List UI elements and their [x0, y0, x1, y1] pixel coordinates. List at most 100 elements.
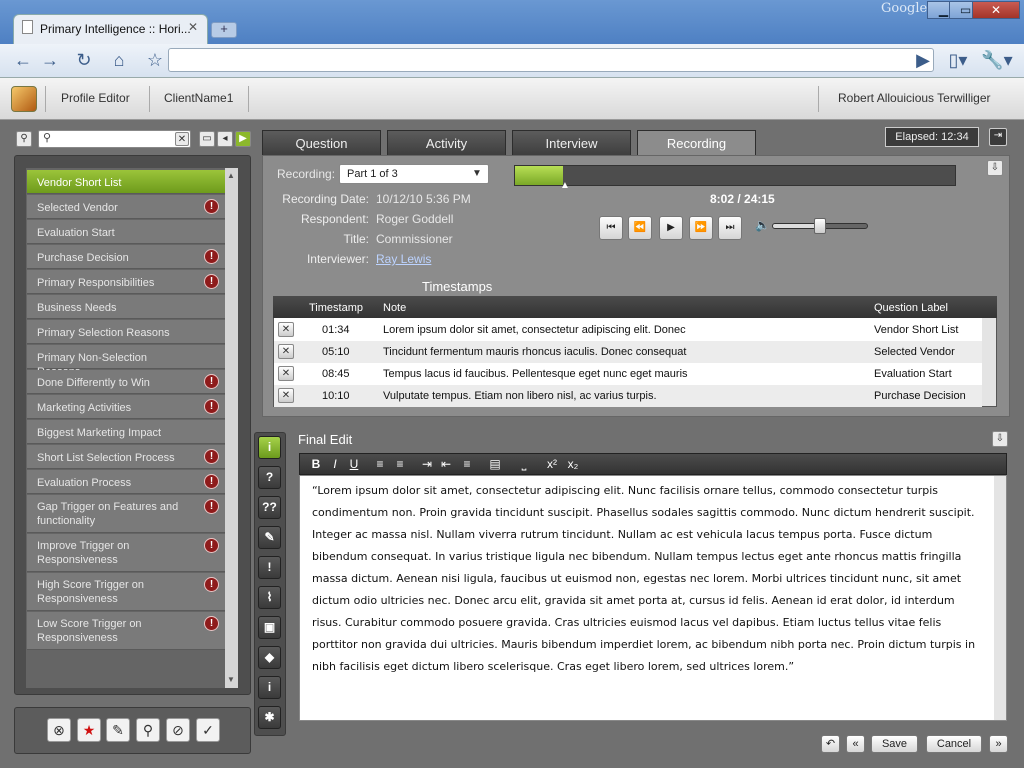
pen-icon[interactable]: ✎ [106, 718, 130, 742]
star-icon[interactable]: ★ [77, 718, 101, 742]
tab-question[interactable]: Question [262, 130, 381, 156]
italic-button[interactable]: I [326, 455, 344, 473]
client-name-link[interactable]: ClientName1 [164, 91, 233, 105]
next-icon[interactable]: » [989, 735, 1008, 753]
numbered-list-icon[interactable]: ≡ [371, 455, 389, 473]
bold-button[interactable]: B [307, 455, 325, 473]
delete-row-icon[interactable]: ✕ [278, 322, 294, 337]
timestamps-scrollbar[interactable] [982, 318, 996, 406]
scroll-down-icon[interactable]: ▼ [227, 675, 235, 684]
sidebar-item[interactable]: Low Score Trigger on Responsiveness! [27, 612, 225, 650]
box-icon[interactable]: ▣ [258, 616, 281, 639]
clear-search-icon[interactable]: ✕ [175, 132, 189, 146]
sidebar-item[interactable]: Vendor Short List [27, 170, 225, 194]
table-row[interactable]: ✕ 08:45 Tempus lacus id faucibus. Pellente… [274, 363, 982, 385]
sidebar-item[interactable]: Business Needs [27, 295, 225, 319]
download-icon[interactable]: ⇩ [992, 431, 1008, 447]
info-icon[interactable]: i [258, 436, 281, 459]
sidebar-item[interactable]: Selected Vendor! [27, 195, 225, 219]
close-window-button[interactable]: ✕ [972, 1, 1020, 19]
spacer-icon[interactable]: ⎵ [515, 455, 533, 473]
download-icon[interactable]: ⇩ [987, 160, 1003, 176]
rewind-icon[interactable]: ⏪ [628, 216, 652, 240]
user-name[interactable]: Robert Allouicious Terwilliger [838, 91, 991, 105]
help-icon[interactable]: ? [258, 466, 281, 489]
new-tab-button[interactable]: + [211, 22, 237, 38]
alert-icon[interactable]: ! [258, 556, 281, 579]
interviewer-link[interactable]: Ray Lewis [376, 252, 431, 266]
sidebar-item[interactable]: Short List Selection Process! [27, 445, 225, 469]
col-timestamp[interactable]: Timestamp [309, 302, 363, 314]
superscript-icon[interactable]: x² [543, 455, 561, 473]
scroll-up-icon[interactable]: ▲ [227, 171, 235, 180]
bandage-icon[interactable]: ⌇ [258, 586, 281, 609]
sidebar-item[interactable]: Evaluation Process! [27, 470, 225, 494]
final-edit-text[interactable]: “Lorem ipsum dolor sit amet, consectetur… [312, 480, 984, 678]
outdent-icon[interactable]: ⇤ [437, 455, 455, 473]
tab-interview[interactable]: Interview [512, 130, 631, 156]
table-row[interactable]: ✕ 10:10 Vulputate tempus. Etiam non libero… [274, 385, 982, 407]
table-row[interactable]: ✕ 05:10 Tincidunt fermentum mauris rhoncus… [274, 341, 982, 363]
play-icon[interactable]: ▶ [235, 131, 251, 147]
bullet-list-icon[interactable]: ≡ [391, 455, 409, 473]
col-note[interactable]: Note [383, 302, 406, 314]
previous-icon[interactable]: « [846, 735, 865, 753]
cancel-button[interactable]: Cancel [926, 735, 982, 753]
wrench-menu-icon[interactable]: 🔧▾ [980, 48, 1014, 72]
sidebar-item[interactable]: Biggest Marketing Impact [27, 420, 225, 444]
back-arrow-icon[interactable]: ← [10, 48, 36, 72]
logout-icon[interactable]: ⇥ [989, 128, 1007, 146]
underline-button[interactable]: U [345, 455, 363, 473]
asterisk-icon[interactable]: ✱ [258, 706, 281, 729]
no-entry-icon[interactable]: ⊘ [166, 718, 190, 742]
tag-icon[interactable]: ◆ [258, 646, 281, 669]
justify-icon[interactable]: ≡ [458, 455, 476, 473]
search-icon[interactable]: ⚲ [136, 718, 160, 742]
org-chart-icon[interactable]: ⚲ [16, 131, 32, 147]
undo-icon[interactable]: ↶ [821, 735, 840, 753]
check-icon[interactable]: ✓ [196, 718, 220, 742]
skip-start-icon[interactable]: ⏮ [599, 216, 623, 240]
sidebar-item[interactable]: Primary Selection Reasons [27, 320, 225, 344]
chevron-down-icon[interactable]: ▼ [472, 168, 482, 179]
delete-row-icon[interactable]: ✕ [278, 388, 294, 403]
fast-forward-icon[interactable]: ⏩ [689, 216, 713, 240]
col-question-label[interactable]: Question Label [874, 302, 948, 314]
go-icon[interactable]: ▶ [910, 48, 936, 72]
tab-recording[interactable]: Recording [637, 130, 756, 156]
sidebar-item[interactable]: High Score Trigger on Responsiveness! [27, 573, 225, 611]
page-menu-icon[interactable]: ▯▾ [943, 48, 973, 72]
recording-part-select[interactable]: Part 1 of 3 [339, 164, 489, 184]
bookmark-star-icon[interactable]: ☆ [142, 48, 168, 72]
sidebar-item[interactable]: Marketing Activities! [27, 395, 225, 419]
delete-row-icon[interactable]: ✕ [278, 344, 294, 359]
sidebar-item[interactable]: Primary Non-Selection Reasons [27, 345, 225, 378]
remove-icon[interactable]: ⊗ [47, 718, 71, 742]
subscript-icon[interactable]: x₂ [564, 455, 582, 473]
editor-scrollbar[interactable] [994, 476, 1006, 720]
indent-icon[interactable]: ⇥ [418, 455, 436, 473]
address-bar[interactable] [168, 48, 934, 72]
delete-row-icon[interactable]: ✕ [278, 366, 294, 381]
sidebar-search-input[interactable] [38, 130, 191, 148]
volume-knob[interactable] [814, 218, 826, 234]
sidebar-item[interactable]: Done Differently to Win! [27, 370, 225, 394]
monitor-icon[interactable]: ▭ [199, 131, 215, 147]
edit-note-icon[interactable]: ✎ [258, 526, 281, 549]
sidebar-item[interactable]: Improve Trigger on Responsiveness! [27, 534, 225, 572]
reload-icon[interactable]: ↻ [71, 48, 97, 72]
faq-icon[interactable]: ?? [258, 496, 281, 519]
table-row[interactable]: ✕ 01:34 Lorem ipsum dolor sit amet, consec… [274, 319, 982, 341]
sidebar-item[interactable]: Purchase Decision! [27, 245, 225, 269]
skip-end-icon[interactable]: ⏭ [718, 216, 742, 240]
forward-arrow-icon[interactable]: → [37, 48, 63, 72]
recording-progress-track[interactable] [514, 165, 956, 186]
app-logo[interactable] [11, 86, 37, 112]
tab-activity[interactable]: Activity [387, 130, 506, 156]
info-i-icon[interactable]: i [258, 676, 281, 699]
playhead-icon[interactable]: ▲ [560, 180, 570, 191]
sidebar-item[interactable]: Primary Responsibilities! [27, 270, 225, 294]
sidebar-item[interactable]: Evaluation Start [27, 220, 225, 244]
sidebar-item[interactable]: Gap Trigger on Features and functionalit… [27, 495, 225, 533]
play-button[interactable]: ▶ [659, 216, 683, 240]
